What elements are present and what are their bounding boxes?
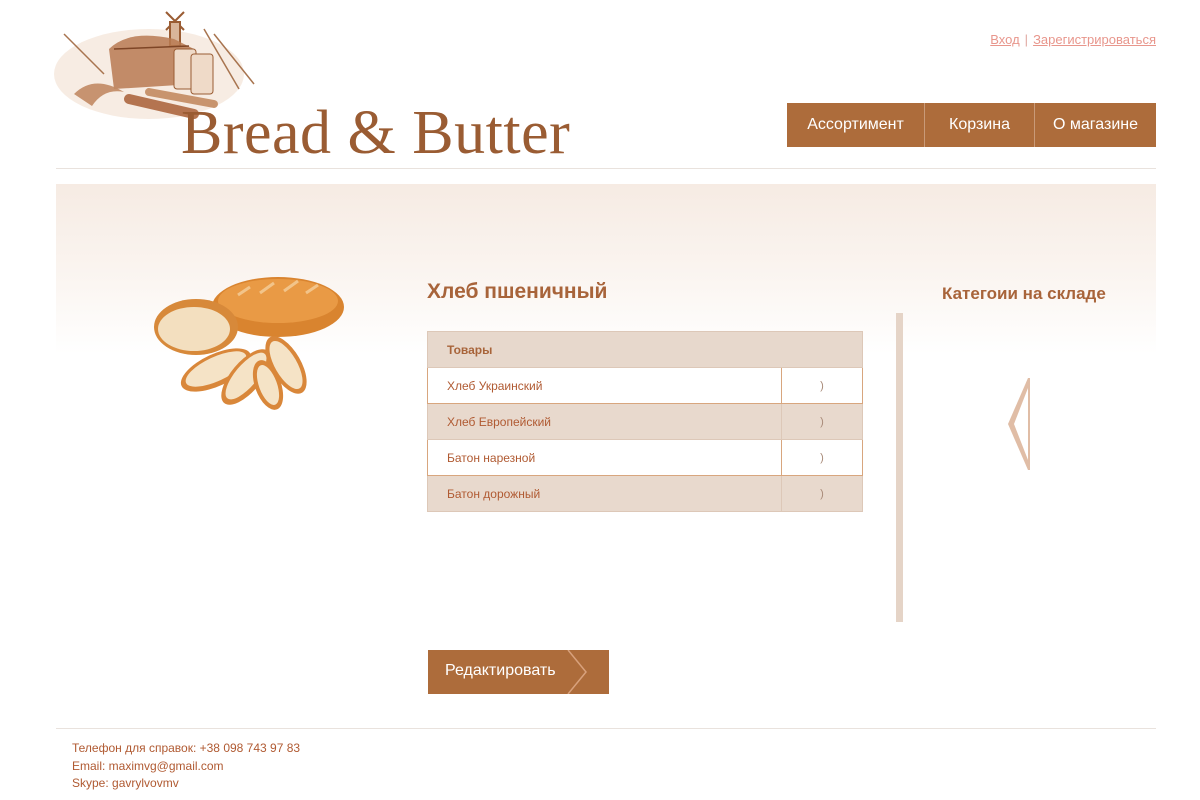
row-arrow-icon[interactable]: ) (781, 475, 863, 512)
table-row[interactable]: Батон нарезной ) (427, 439, 863, 476)
product-title: Хлеб пшеничный (427, 280, 608, 303)
table-row[interactable]: Хлеб Европейский ) (427, 403, 863, 440)
table-row[interactable]: Хлеб Украинский ) (427, 367, 863, 404)
chevron-left-icon[interactable] (1008, 378, 1030, 470)
footer-skype: Skype: gavrylvovmv (72, 776, 179, 790)
nav-item-about[interactable]: О магазине (1034, 103, 1156, 147)
table-row[interactable]: Батон дорожный ) (427, 475, 863, 512)
edit-button[interactable]: Редактировать (428, 650, 609, 694)
table-header-products: Товары (427, 331, 863, 368)
categories-title: Категоии на складе (942, 284, 1106, 303)
product-name[interactable]: Батон нарезной (427, 439, 782, 476)
product-name[interactable]: Батон дорожный (427, 475, 782, 512)
product-image (138, 265, 354, 413)
footer-divider (56, 728, 1156, 729)
nav-item-assortment[interactable]: Ассортимент (787, 103, 924, 147)
products-table: Товары Хлеб Украинский ) Хлеб Европейски… (427, 331, 863, 512)
row-arrow-icon[interactable]: ) (781, 403, 863, 440)
footer: Телефон для справок: +38 098 743 97 83 E… (72, 740, 300, 793)
login-link[interactable]: Вход (990, 32, 1019, 47)
logo-title[interactable]: Bread & Butter (181, 98, 570, 169)
register-link[interactable]: Зарегистрироваться (1033, 32, 1156, 47)
auth-separator: | (1024, 32, 1029, 47)
sidebar-divider (896, 313, 903, 622)
chevron-right-icon (567, 650, 587, 694)
table-header-row: Товары (427, 331, 863, 368)
row-arrow-icon[interactable]: ) (781, 439, 863, 476)
header-divider (56, 168, 1156, 169)
product-name[interactable]: Хлеб Европейский (427, 403, 782, 440)
footer-email: Email: maximvg@gmail.com (72, 758, 224, 773)
product-name[interactable]: Хлеб Украинский (427, 367, 782, 404)
edit-button-label: Редактировать (445, 662, 556, 679)
main-nav: Ассортимент Корзина О магазине (787, 103, 1156, 147)
auth-links: Вход | Зарегистрироваться (990, 32, 1156, 47)
row-arrow-icon[interactable]: ) (781, 367, 863, 404)
nav-item-cart[interactable]: Корзина (924, 103, 1034, 147)
footer-phone: Телефон для справок: +38 098 743 97 83 (72, 741, 301, 755)
